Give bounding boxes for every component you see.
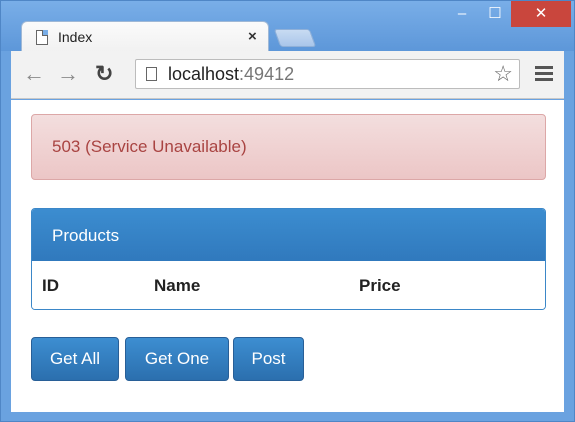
page-icon xyxy=(36,30,48,45)
tab-title: Index xyxy=(58,29,93,45)
column-header-id: ID xyxy=(42,276,59,295)
url-host: localhost xyxy=(168,64,240,84)
menu-icon[interactable] xyxy=(535,66,553,82)
post-button[interactable]: Post xyxy=(233,337,304,381)
back-arrow-icon[interactable]: ← xyxy=(23,61,45,87)
browser-window: Index × ‒ ☐ ✕ ← → ↻ localhost:49412 ☆ 50… xyxy=(0,0,575,422)
products-panel: Products ID Name Price xyxy=(31,208,546,310)
column-header-name: Name xyxy=(154,276,201,295)
get-one-button[interactable]: Get One xyxy=(125,337,229,381)
url-port: :49412 xyxy=(239,64,295,84)
address-bar[interactable]: localhost:49412 ☆ xyxy=(135,59,520,89)
bookmark-star-icon[interactable]: ☆ xyxy=(493,61,513,87)
column-header-price: Price xyxy=(359,276,401,295)
products-table-header: ID Name Price xyxy=(32,261,545,309)
close-window-button[interactable]: ✕ xyxy=(511,1,571,27)
tab-index[interactable]: Index × xyxy=(21,21,269,52)
tab-close-icon[interactable]: × xyxy=(248,28,257,45)
error-alert: 503 (Service Unavailable) xyxy=(31,114,546,180)
browser-toolbar: ← → ↻ localhost:49412 ☆ xyxy=(11,51,564,99)
tab-strip: Index × ‒ ☐ ✕ xyxy=(1,1,574,52)
maximize-button[interactable]: ☐ xyxy=(475,1,515,27)
panel-title: Products xyxy=(32,209,545,261)
reload-icon[interactable]: ↻ xyxy=(95,61,113,87)
get-all-button[interactable]: Get All xyxy=(31,337,119,381)
page-content: 503 (Service Unavailable) Products ID Na… xyxy=(11,100,564,412)
page-icon xyxy=(146,67,157,81)
forward-arrow-icon[interactable]: → xyxy=(57,61,79,87)
url-text[interactable]: localhost:49412 xyxy=(168,64,294,85)
new-tab-button[interactable] xyxy=(273,29,317,47)
